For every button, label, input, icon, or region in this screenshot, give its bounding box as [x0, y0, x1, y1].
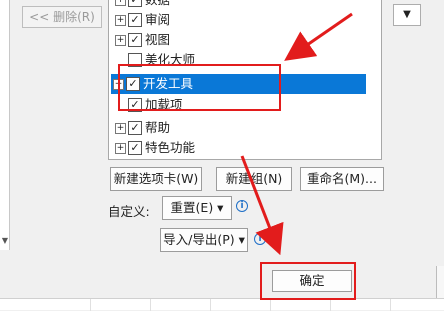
arrow-to-ok-button — [240, 155, 284, 256]
annotation-arrows — [240, 12, 353, 256]
arrow-to-developer-tools — [284, 12, 353, 61]
